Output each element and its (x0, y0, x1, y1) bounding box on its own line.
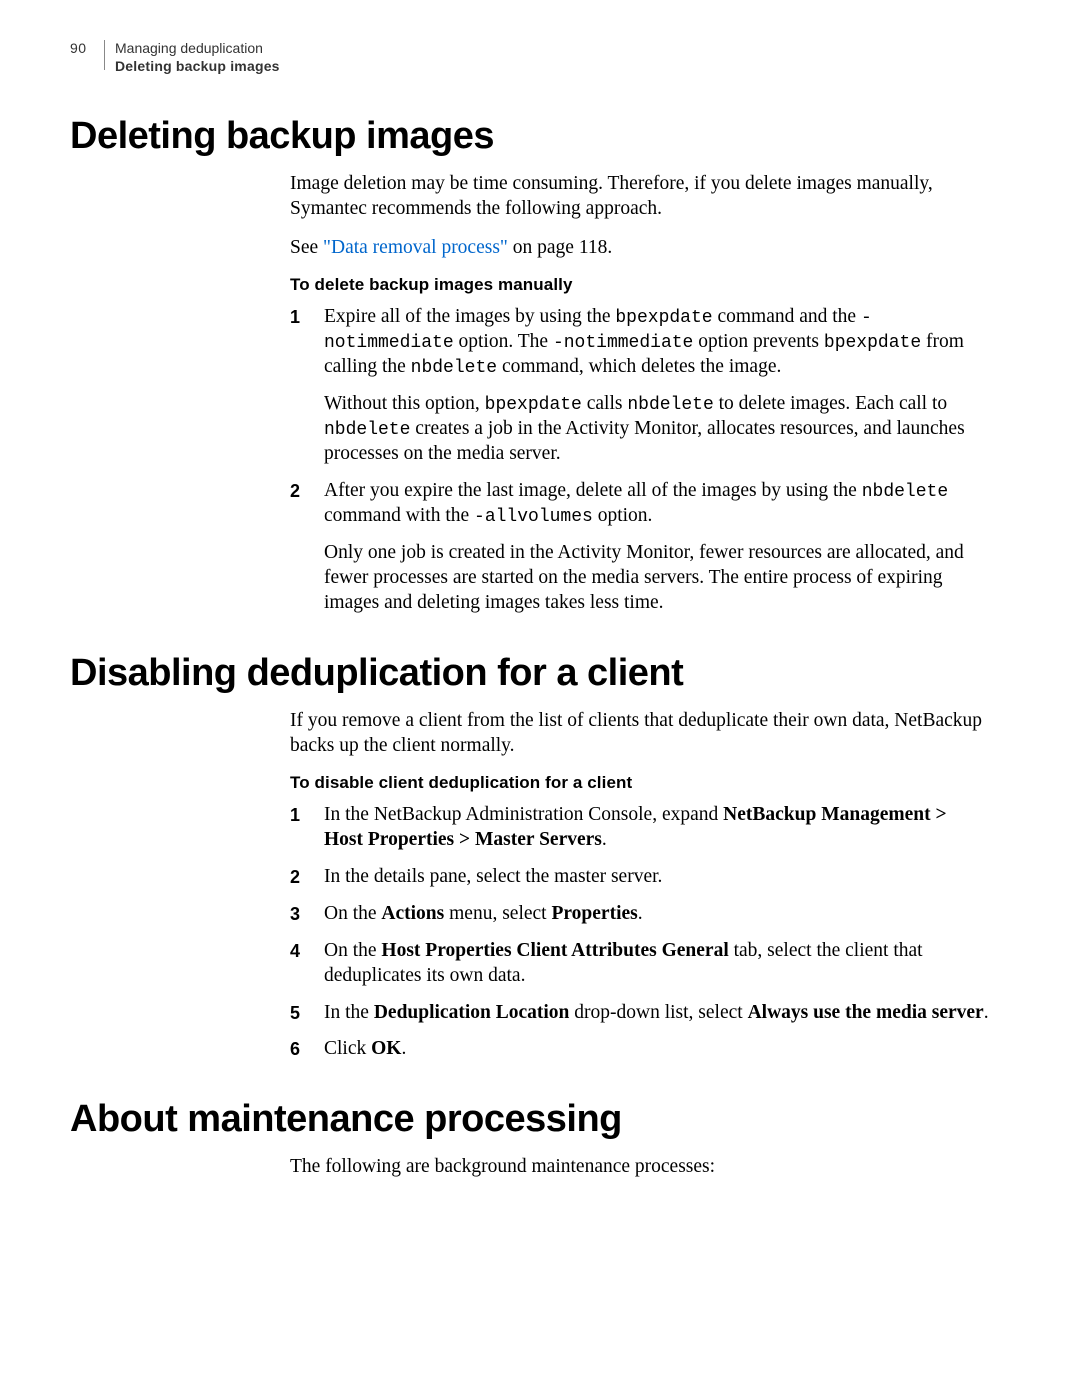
step-number: 1 (290, 803, 324, 853)
text: . (602, 829, 607, 850)
text: option prevents (693, 331, 824, 352)
breadcrumb-chapter: Managing deduplication (115, 40, 280, 58)
breadcrumb: Managing deduplication Deleting backup i… (115, 40, 280, 75)
code-bpexpdate: bpexpdate (485, 395, 582, 415)
step-4: 4 On the Host Properties Client Attribut… (290, 939, 990, 989)
heading-disabling-deduplication: Disabling deduplication for a client (70, 652, 1010, 695)
section-body: The following are background maintenance… (290, 1155, 990, 1180)
paragraph: In the NetBackup Administration Console,… (324, 803, 990, 853)
ui-actions: Actions (381, 903, 444, 924)
step-number: 4 (290, 939, 324, 989)
text: creates a job in the Activity Monitor, a… (324, 418, 965, 464)
ui-ok: OK (371, 1038, 401, 1059)
heading-about-maintenance: About maintenance processing (70, 1098, 1010, 1141)
text: option. The (454, 331, 553, 352)
header-divider (104, 40, 105, 70)
text: . (638, 903, 643, 924)
step-2: 2 In the details pane, select the master… (290, 865, 990, 890)
step-1: 1 In the NetBackup Administration Consol… (290, 803, 990, 853)
code-nbdelete: nbdelete (324, 420, 410, 440)
paragraph: If you remove a client from the list of … (290, 709, 990, 759)
step-number: 1 (290, 305, 324, 467)
paragraph-xref: See "Data removal process" on page 118. (290, 236, 990, 261)
step-number: 3 (290, 902, 324, 927)
step-3: 3 On the Actions menu, select Properties… (290, 902, 990, 927)
text: On the (324, 940, 381, 961)
text: On the (324, 903, 381, 924)
text: See (290, 237, 323, 258)
step-1: 1 Expire all of the images by using the … (290, 305, 990, 467)
code-nbdelete: nbdelete (411, 358, 497, 378)
code-nbdelete: nbdelete (862, 482, 948, 502)
paragraph: Expire all of the images by using the bp… (324, 305, 990, 380)
code-bpexpdate: bpexpdate (824, 333, 921, 353)
text: Click (324, 1038, 371, 1059)
text: Expire all of the images by using the (324, 306, 615, 327)
page-number: 90 (70, 40, 98, 56)
text: command with the (324, 505, 474, 526)
text: . (401, 1038, 406, 1059)
code-bpexpdate: bpexpdate (615, 308, 712, 328)
step-body: After you expire the last image, delete … (324, 479, 990, 616)
ui-option-name: Always use the media server (748, 1002, 984, 1023)
ui-properties: Properties (551, 903, 637, 924)
ui-tab-name: Host Properties Client Attributes Genera… (381, 940, 728, 961)
heading-deleting-backup-images: Deleting backup images (70, 115, 1010, 158)
text: command and the (713, 306, 861, 327)
text: menu, select (444, 903, 551, 924)
step-body: On the Actions menu, select Properties. (324, 902, 990, 927)
page-header: 90 Managing deduplication Deleting backu… (70, 40, 1010, 75)
paragraph: After you expire the last image, delete … (324, 479, 990, 529)
procedure-steps: 1 In the NetBackup Administration Consol… (290, 803, 990, 1063)
text: . (984, 1002, 989, 1023)
text: In the (324, 1002, 374, 1023)
section-body: Image deletion may be time consuming. Th… (290, 172, 990, 616)
step-body: In the details pane, select the master s… (324, 865, 990, 890)
step-number: 5 (290, 1001, 324, 1026)
link-data-removal-process[interactable]: "Data removal process" (323, 237, 508, 258)
step-body: Expire all of the images by using the bp… (324, 305, 990, 467)
paragraph: In the Deduplication Location drop-down … (324, 1001, 990, 1026)
step-body: Click OK. (324, 1037, 990, 1062)
paragraph: The following are background maintenance… (290, 1155, 990, 1180)
paragraph: On the Host Properties Client Attributes… (324, 939, 990, 989)
procedure-title: To delete backup images manually (290, 275, 990, 295)
step-number: 2 (290, 865, 324, 890)
text: to delete images. Each call to (714, 393, 947, 414)
paragraph: In the details pane, select the master s… (324, 865, 990, 890)
procedure-steps: 1 Expire all of the images by using the … (290, 305, 990, 616)
step-number: 6 (290, 1037, 324, 1062)
step-5: 5 In the Deduplication Location drop-dow… (290, 1001, 990, 1026)
step-6: 6 Click OK. (290, 1037, 990, 1062)
text: on page 118. (508, 237, 612, 258)
text: After you expire the last image, delete … (324, 480, 862, 501)
step-2: 2 After you expire the last image, delet… (290, 479, 990, 616)
text: Without this option, (324, 393, 485, 414)
step-body: On the Host Properties Client Attributes… (324, 939, 990, 989)
code-notimmediate: -notimmediate (553, 333, 693, 353)
page: 90 Managing deduplication Deleting backu… (0, 0, 1080, 1388)
text: In the NetBackup Administration Console,… (324, 804, 723, 825)
ui-dropdown-name: Deduplication Location (374, 1002, 570, 1023)
text: drop-down list, select (569, 1002, 747, 1023)
step-number: 2 (290, 479, 324, 616)
code-nbdelete: nbdelete (627, 395, 713, 415)
step-body: In the NetBackup Administration Console,… (324, 803, 990, 853)
paragraph: Without this option, bpexpdate calls nbd… (324, 392, 990, 467)
breadcrumb-topic: Deleting backup images (115, 58, 280, 76)
text: option. (593, 505, 653, 526)
paragraph: Only one job is created in the Activity … (324, 541, 990, 616)
step-body: In the Deduplication Location drop-down … (324, 1001, 990, 1026)
text: command, which deletes the image. (497, 356, 781, 377)
paragraph: On the Actions menu, select Properties. (324, 902, 990, 927)
section-body: If you remove a client from the list of … (290, 709, 990, 1063)
paragraph: Click OK. (324, 1037, 990, 1062)
paragraph: Image deletion may be time consuming. Th… (290, 172, 990, 222)
procedure-title: To disable client deduplication for a cl… (290, 773, 990, 793)
text: calls (582, 393, 627, 414)
code-allvolumes: -allvolumes (474, 507, 593, 527)
